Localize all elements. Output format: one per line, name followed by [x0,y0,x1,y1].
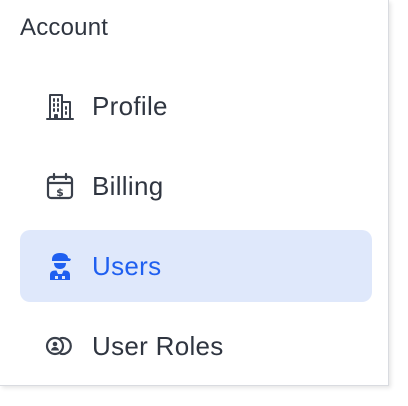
user-cap-icon [42,248,78,284]
section-title: Account [20,14,109,41]
menu-item-label: User Roles [92,330,224,361]
user-toggle-icon [42,328,78,364]
menu-item-profile[interactable]: Profile [20,70,372,142]
calendar-dollar-icon: $ [42,168,78,204]
menu-item-billing[interactable]: $ Billing [20,150,372,222]
menu-item-label: Profile [92,90,168,121]
account-menu: Profile $ Billing Users User Roles [20,70,372,390]
account-nav-panel: Account Profile $ Billing Users User Rol… [0,0,389,386]
svg-text:$: $ [56,186,64,199]
menu-item-label: Billing [92,170,164,201]
building-icon [42,88,78,124]
menu-item-user-roles[interactable]: User Roles [20,310,372,382]
menu-item-label: Users [92,250,162,281]
menu-item-users[interactable]: Users [20,230,372,302]
